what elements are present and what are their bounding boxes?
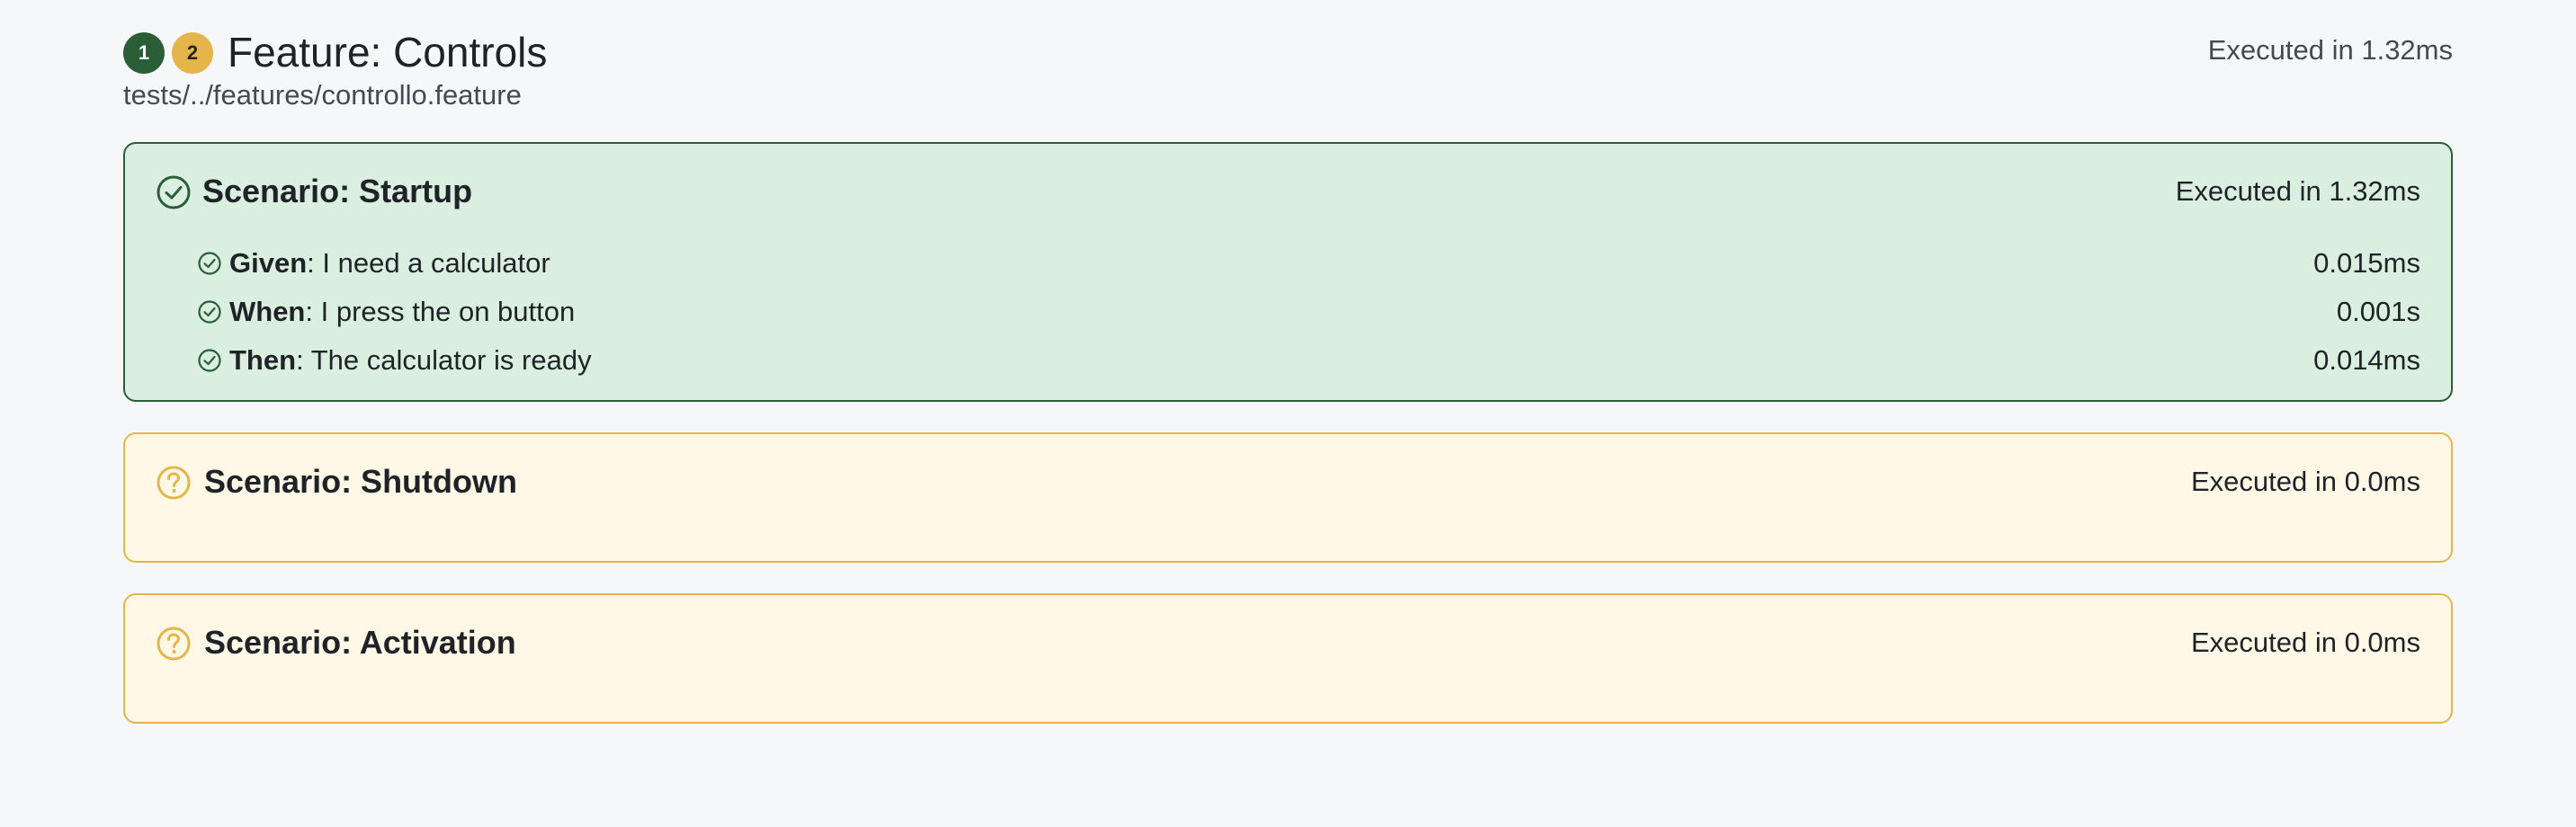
step-text: When: I press the on button: [229, 294, 575, 330]
check-circle-icon: [198, 252, 221, 275]
scenario-startup[interactable]: Scenario: Startup Executed in 1.32ms Giv…: [123, 142, 2453, 402]
scenario-header[interactable]: Scenario: Activation Executed in 0.0ms: [156, 595, 2420, 690]
step-description: : The calculator is ready: [296, 344, 592, 376]
feature-header: 1 2 Feature: Controls tests/../features/…: [123, 0, 2453, 142]
step-keyword: Then: [229, 344, 297, 376]
status-badges: 1 2: [123, 32, 213, 74]
scenario-title: Scenario: Startup: [202, 173, 473, 209]
feature-execution-time: Executed in 1.32ms: [2207, 34, 2453, 66]
undefined-count-badge: 2: [172, 32, 213, 74]
check-circle-icon: [198, 349, 221, 372]
scenario-title: Scenario: Activation: [204, 624, 516, 661]
scenario-execution-time: Executed in 1.32ms: [2175, 175, 2420, 207]
step-description: : I need a calculator: [307, 247, 550, 279]
scenario-header[interactable]: Scenario: Shutdown Executed in 0.0ms: [156, 434, 2420, 529]
scenario-shutdown[interactable]: Scenario: Shutdown Executed in 0.0ms: [123, 432, 2453, 563]
step-description: : I press the on button: [305, 296, 576, 327]
scenario-title: Scenario: Shutdown: [204, 463, 518, 500]
report-page: 1 2 Feature: Controls tests/../features/…: [0, 0, 2576, 827]
scenario-header[interactable]: Scenario: Startup Executed in 1.32ms: [156, 144, 2420, 239]
feature-title: Feature: Controls: [228, 29, 548, 76]
step-keyword: Given: [229, 247, 308, 279]
step-when: When: I press the on button 0.001s: [197, 288, 2420, 336]
step-keyword: When: [229, 296, 306, 327]
step-text: Given: I need a calculator: [229, 245, 550, 281]
feature-path: tests/../features/controllo.feature: [123, 79, 522, 111]
scenario-activation[interactable]: Scenario: Activation Executed in 0.0ms: [123, 593, 2453, 724]
question-circle-icon: [157, 627, 191, 661]
step-then: Then: The calculator is ready 0.014ms: [197, 336, 2420, 385]
step-duration: 0.015ms: [2313, 247, 2420, 279]
step-duration: 0.014ms: [2313, 344, 2420, 376]
step-duration: 0.001s: [2336, 296, 2420, 327]
passed-count-badge: 1: [123, 32, 165, 74]
check-circle-icon: [157, 175, 191, 209]
question-circle-icon: [157, 466, 191, 500]
scenario-execution-time: Executed in 0.0ms: [2190, 466, 2420, 497]
scenario-execution-time: Executed in 0.0ms: [2190, 627, 2420, 658]
step-text: Then: The calculator is ready: [229, 342, 592, 378]
step-given: Given: I need a calculator 0.015ms: [197, 239, 2420, 288]
check-circle-icon: [198, 300, 221, 324]
step-list: Given: I need a calculator 0.015ms When:…: [197, 239, 2420, 385]
